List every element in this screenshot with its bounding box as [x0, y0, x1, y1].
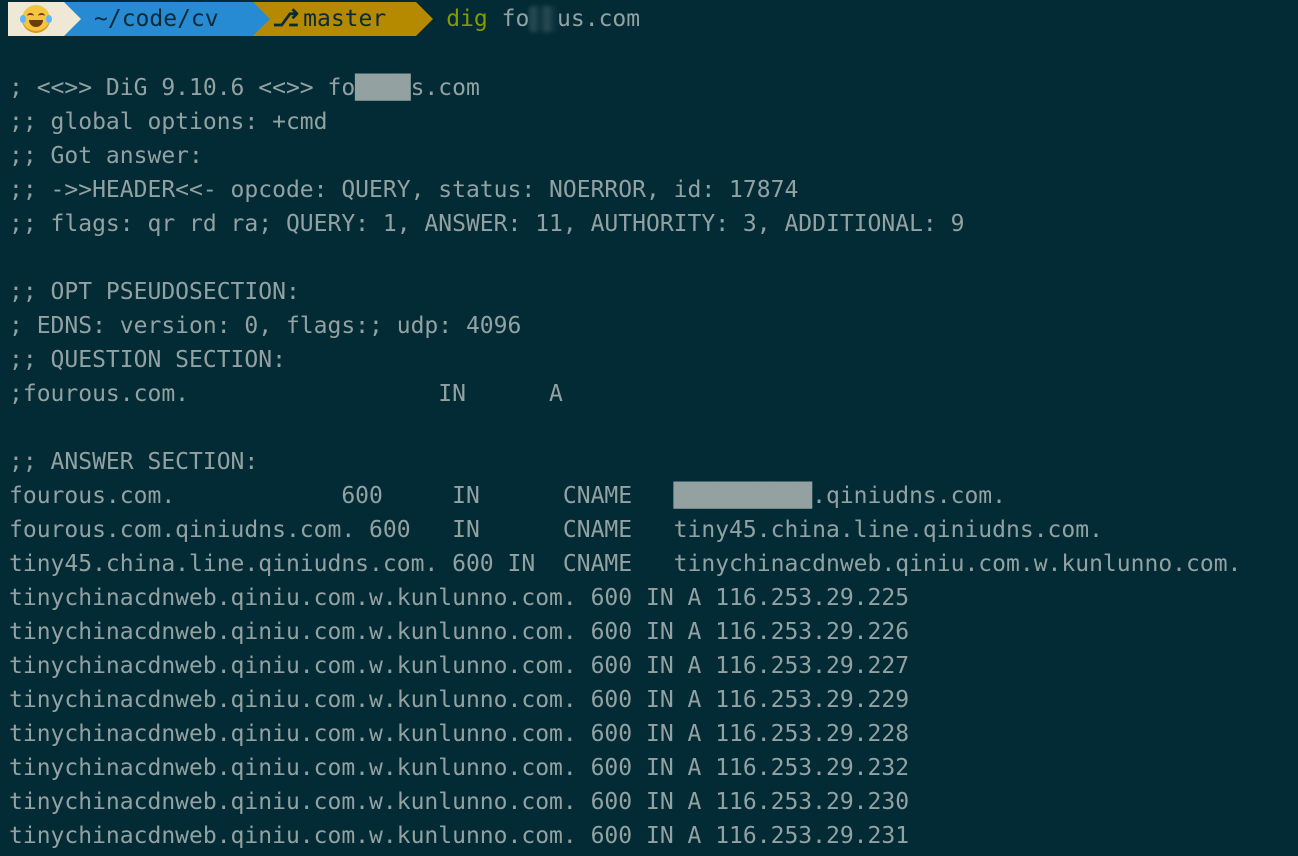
shell-prompt: ~/code/cv ⎇ master dig foxxus.com [8, 2, 640, 36]
prompt-path-segment: ~/code/cv [64, 2, 270, 36]
git-branch-icon: ⎇ [272, 6, 300, 32]
output-line: ;; ANSWER SECTION: [9, 449, 259, 475]
output-line: tinychinacdnweb.qiniu.com.w.kunlunno.com… [9, 789, 910, 815]
output-line: tinychinacdnweb.qiniu.com.w.kunlunno.com… [9, 755, 910, 781]
output-line: ;; global options: +cmd [9, 109, 328, 135]
output-line: tiny45.china.line.qiniudns.com. 600 IN C… [9, 551, 1242, 577]
current-directory: ~/code/cv [94, 6, 219, 32]
output-line: ;; Got answer: [9, 143, 203, 169]
output-line: tinychinacdnweb.qiniu.com.w.kunlunno.com… [9, 687, 910, 713]
output-line: ; <<>> DiG 9.10.6 <<>> fo████s.com [9, 75, 480, 101]
output-line: fourous.com.qiniudns.com. 600 IN CNAME t… [9, 517, 1103, 543]
command-argument-suffix: us.com [557, 6, 641, 32]
output-line: ;fourous.com. IN A [9, 381, 563, 407]
prompt-emoji-segment [8, 2, 81, 36]
command-name: dig [446, 6, 488, 32]
output-line: ; EDNS: version: 0, flags:; udp: 4096 [9, 313, 522, 339]
command-argument-prefix: fo [501, 6, 530, 32]
output-line: ;; ->>HEADER<<- opcode: QUERY, status: N… [9, 177, 799, 203]
command-output: ; <<>> DiG 9.10.6 <<>> fo████s.com ;; glo… [9, 71, 1241, 853]
output-line: tinychinacdnweb.qiniu.com.w.kunlunno.com… [9, 585, 910, 611]
output-line: tinychinacdnweb.qiniu.com.w.kunlunno.com… [9, 619, 910, 645]
output-line: ;; OPT PSEUDOSECTION: [9, 279, 300, 305]
redacted-text: xx [529, 6, 558, 32]
prompt-branch-segment: ⎇ master [252, 2, 433, 36]
output-line: fourous.com. 600 IN CNAME ██████████.qin… [9, 483, 1006, 509]
output-line: tinychinacdnweb.qiniu.com.w.kunlunno.com… [9, 653, 910, 679]
git-branch-name: master [303, 6, 387, 32]
output-line: ;; flags: qr rd ra; QUERY: 1, ANSWER: 11… [9, 211, 965, 237]
terminal-window[interactable]: ~/code/cv ⎇ master dig foxxus.com ; <<>>… [0, 0, 1298, 856]
typed-command[interactable]: dig foxxus.com [446, 6, 640, 32]
output-line: tinychinacdnweb.qiniu.com.w.kunlunno.com… [9, 721, 910, 747]
output-line: ;; QUESTION SECTION: [9, 347, 286, 373]
output-line: tinychinacdnweb.qiniu.com.w.kunlunno.com… [9, 823, 910, 849]
crying-laughing-emoji-icon [20, 5, 52, 33]
